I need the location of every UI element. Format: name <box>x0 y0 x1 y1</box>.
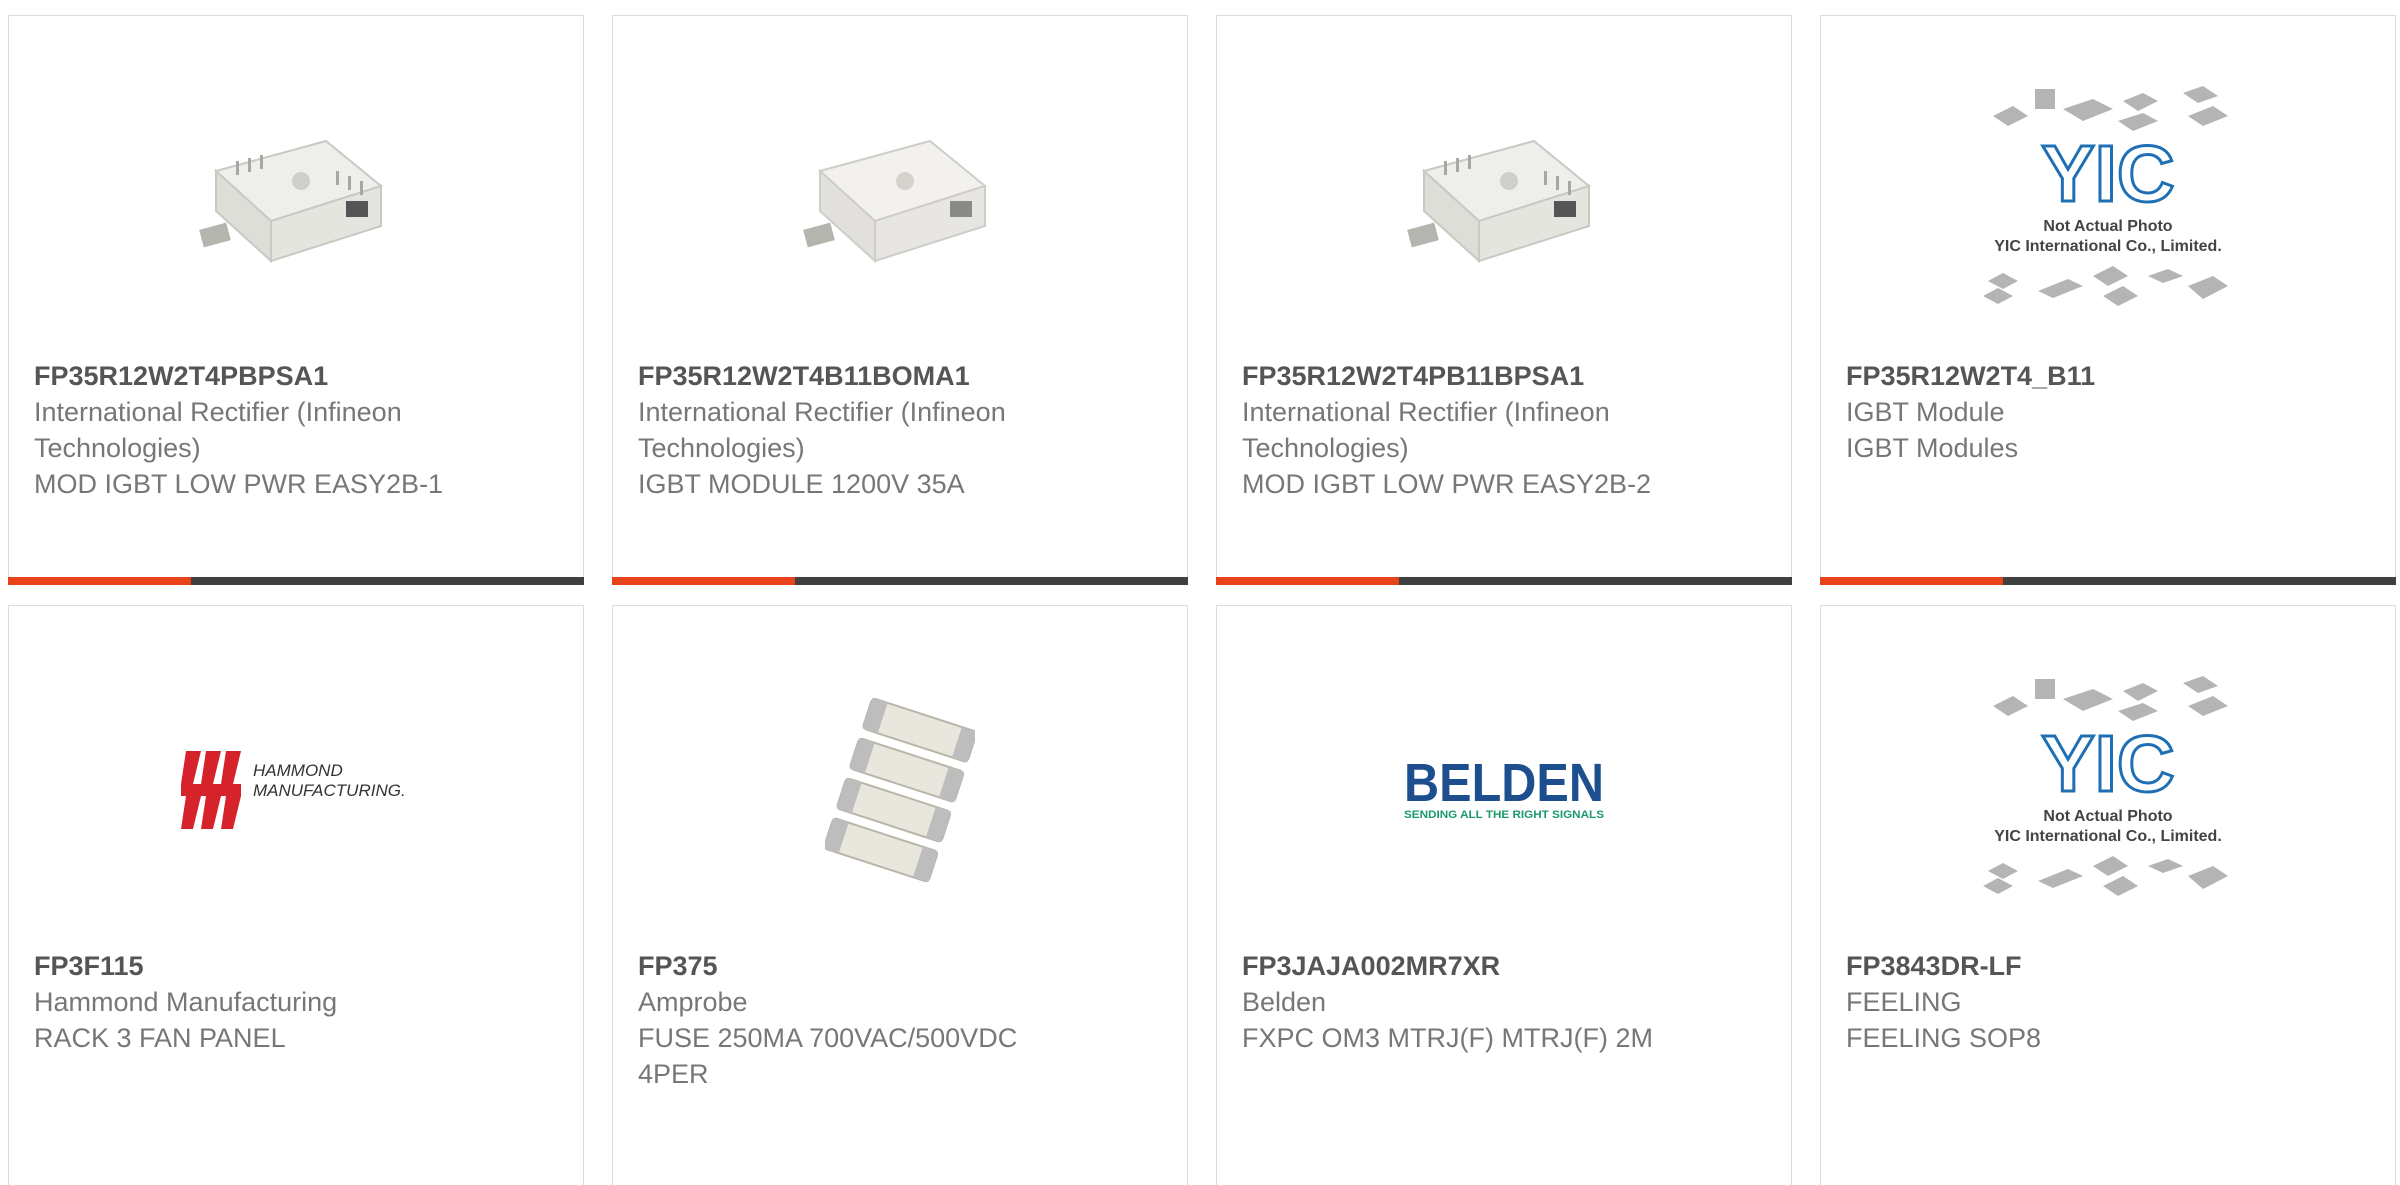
product-image[interactable] <box>613 646 1187 936</box>
card-bottom-bar <box>612 577 1188 585</box>
product-card[interactable]: FP35R12W2T4PBPSA1 International Rectifie… <box>8 15 584 585</box>
igbt-module-image <box>803 139 988 264</box>
manufacturer: FEELING <box>1846 987 1962 1017</box>
part-number-link[interactable]: FP3843DR-LF <box>1846 948 2266 984</box>
product-card[interactable]: FP35R12W2T4PB11BPSA1 International Recti… <box>1216 15 1792 585</box>
accent-bar <box>1820 577 2003 585</box>
part-number-link[interactable]: FP35R12W2T4PBPSA1 <box>34 358 454 394</box>
svg-text:BELDEN: BELDEN <box>1404 756 1604 813</box>
product-image[interactable] <box>9 56 583 346</box>
manufacturer: Belden <box>1242 987 1327 1017</box>
product-card[interactable]: HAMMOND MANUFACTURING. FP3F115 Hammond M… <box>8 605 584 1185</box>
description: MOD IGBT LOW PWR EASY2B-1 <box>34 469 444 499</box>
svg-text:Not Actual Photo: Not Actual Photo <box>2043 218 2172 235</box>
product-image[interactable]: HAMMOND MANUFACTURING. <box>9 646 583 936</box>
description: IGBT MODULE 1200V 35A <box>638 469 965 499</box>
hammond-logo-image: HAMMOND MANUFACTURING. <box>181 751 406 829</box>
svg-text:YIC: YIC <box>2041 719 2174 808</box>
card-bottom-bar <box>8 577 584 585</box>
product-card[interactable]: YIC Not Actual Photo YIC International C… <box>1820 15 2396 585</box>
product-image[interactable]: BELDEN SENDING ALL THE RIGHT SIGNALS <box>1217 646 1791 936</box>
fuse-image <box>825 697 975 883</box>
product-card[interactable]: FP375 Amprobe FUSE 250MA 700VAC/500VDC 4… <box>612 605 1188 1185</box>
svg-text:HAMMOND: HAMMOND <box>253 761 343 780</box>
accent-bar <box>612 577 795 585</box>
description: FEELING SOP8 <box>1846 1023 2042 1053</box>
belden-logo-image: BELDEN SENDING ALL THE RIGHT SIGNALS <box>1404 756 1604 821</box>
part-number-link[interactable]: FP35R12W2T4PB11BPSA1 <box>1242 358 1662 394</box>
manufacturer: Hammond Manufacturing <box>34 987 338 1017</box>
svg-text:YIC International Co., Limited: YIC International Co., Limited. <box>1994 238 2222 255</box>
yic-placeholder-image: YIC Not Actual Photo YIC International C… <box>1983 86 2228 306</box>
accent-bar <box>1216 577 1399 585</box>
svg-text:SENDING ALL THE RIGHT SIGNALS: SENDING ALL THE RIGHT SIGNALS <box>1404 809 1604 821</box>
product-image[interactable]: YIC Not Actual Photo YIC International C… <box>1821 56 2395 346</box>
part-number-link[interactable]: FP3F115 <box>34 948 454 984</box>
product-image[interactable] <box>1217 56 1791 346</box>
description: RACK 3 FAN PANEL <box>34 1023 286 1053</box>
manufacturer: International Rectifier (Infineon Techno… <box>1242 397 1610 463</box>
product-image[interactable]: YIC Not Actual Photo YIC International C… <box>1821 646 2395 936</box>
part-number-link[interactable]: FP35R12W2T4B11BOMA1 <box>638 358 1058 394</box>
description: IGBT Modules <box>1846 433 2019 463</box>
svg-text:Not Actual Photo: Not Actual Photo <box>2043 808 2172 825</box>
description: FXPC OM3 MTRJ(F) MTRJ(F) 2M <box>1242 1023 1653 1053</box>
manufacturer: Amprobe <box>638 987 748 1017</box>
svg-text:MANUFACTURING.: MANUFACTURING. <box>253 781 406 800</box>
product-card[interactable]: FP35R12W2T4B11BOMA1 International Rectif… <box>612 15 1188 585</box>
manufacturer: International Rectifier (Infineon Techno… <box>34 397 402 463</box>
description: MOD IGBT LOW PWR EASY2B-2 <box>1242 469 1652 499</box>
igbt-module-image <box>199 139 384 264</box>
accent-bar <box>8 577 191 585</box>
card-bottom-bar <box>1820 577 2396 585</box>
part-number-link[interactable]: FP3JAJA002MR7XR <box>1242 948 1662 984</box>
svg-text:YIC International Co., Limited: YIC International Co., Limited. <box>1994 828 2222 845</box>
part-number-link[interactable]: FP375 <box>638 948 1058 984</box>
igbt-module-image <box>1407 139 1592 264</box>
manufacturer: International Rectifier (Infineon Techno… <box>638 397 1006 463</box>
product-card[interactable]: YIC Not Actual Photo YIC International C… <box>1820 605 2396 1185</box>
description: FUSE 250MA 700VAC/500VDC 4PER <box>638 1023 1018 1089</box>
manufacturer: IGBT Module <box>1846 397 2005 427</box>
part-number-link[interactable]: FP35R12W2T4_B11 <box>1846 358 2266 394</box>
card-bottom-bar <box>1216 577 1792 585</box>
svg-text:YIC: YIC <box>2041 129 2174 218</box>
yic-placeholder-image: YIC Not Actual Photo YIC International C… <box>1983 676 2228 896</box>
product-image[interactable] <box>613 56 1187 346</box>
product-card[interactable]: BELDEN SENDING ALL THE RIGHT SIGNALS FP3… <box>1216 605 1792 1185</box>
